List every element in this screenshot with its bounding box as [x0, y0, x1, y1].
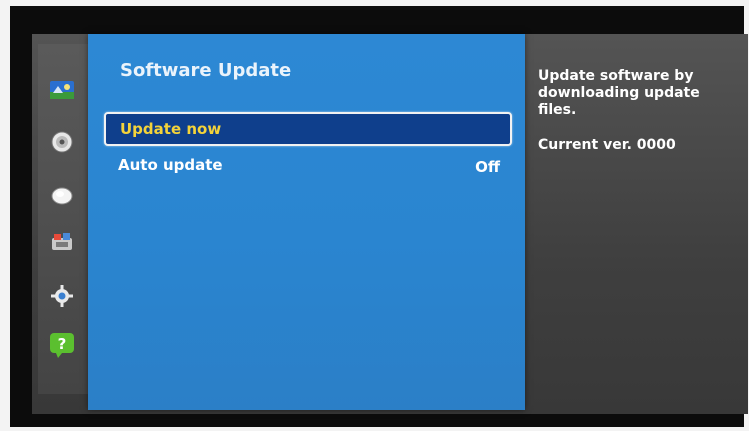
software-update-panel: Software Update Update now Auto update O…: [88, 34, 525, 410]
sound-icon[interactable]: [49, 130, 75, 154]
support-help-icon[interactable]: ?: [49, 333, 75, 358]
broadcast-icon[interactable]: [49, 184, 75, 208]
panel-title: Software Update: [120, 60, 292, 81]
svg-text:?: ?: [58, 335, 67, 353]
applications-icon[interactable]: [49, 230, 75, 254]
picture-icon[interactable]: [49, 78, 75, 102]
menu-item-auto-update[interactable]: Auto update Off: [104, 150, 512, 184]
info-panel: Update software by downloading update fi…: [538, 68, 738, 154]
menu-item-label: Auto update: [118, 156, 223, 174]
auto-update-value: Off: [475, 158, 500, 176]
system-gear-icon[interactable]: [49, 284, 75, 308]
help-description: Update software by downloading update fi…: [538, 68, 700, 118]
menu-item-label: Update now: [120, 120, 222, 138]
menu-sidebar: ?: [38, 44, 89, 394]
menu-item-update-now[interactable]: Update now: [104, 112, 512, 146]
current-version: Current ver. 0000: [538, 137, 676, 153]
